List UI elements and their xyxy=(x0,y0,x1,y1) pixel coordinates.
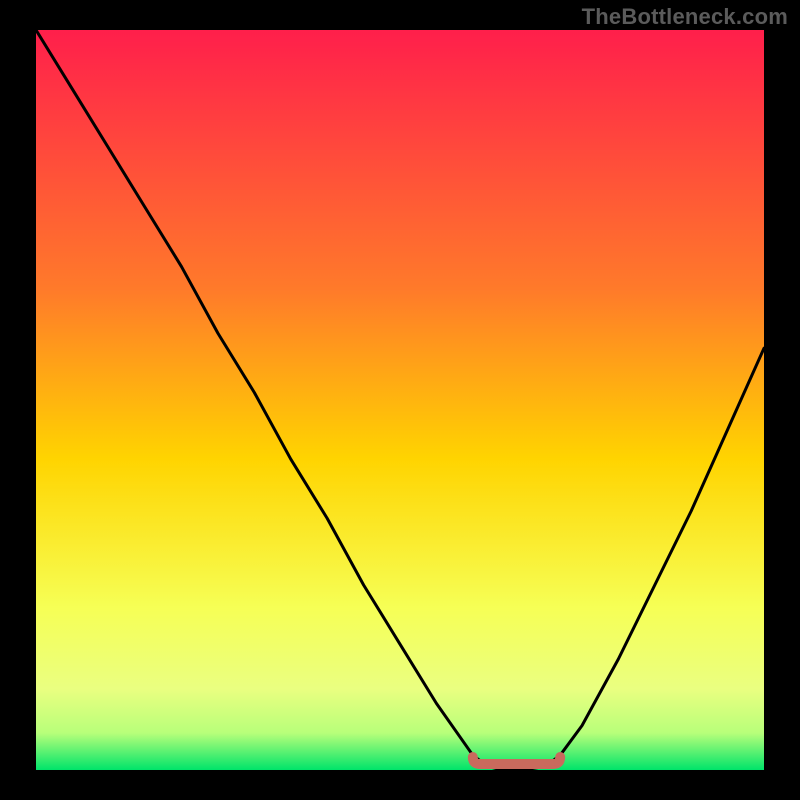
plot-background xyxy=(36,30,764,770)
attribution-label: TheBottleneck.com xyxy=(582,4,788,30)
chart-container: { "attribution": "TheBottleneck.com", "c… xyxy=(0,0,800,800)
chart-svg xyxy=(0,0,800,800)
